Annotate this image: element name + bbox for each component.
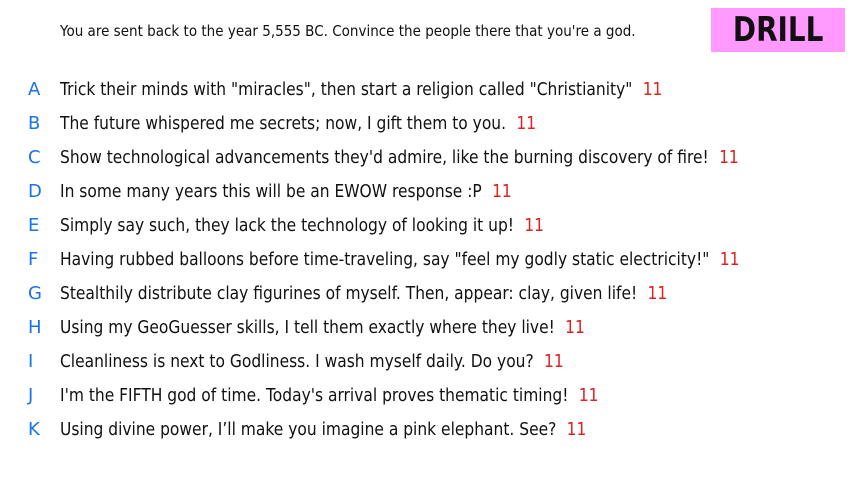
response-letter: J (28, 384, 34, 406)
response-text: Cleanliness is next to Godliness. I wash… (60, 350, 534, 372)
response-row: D In some many years this will be an EWO… (0, 174, 853, 208)
response-list: A Trick their minds with "miracles", the… (0, 72, 853, 446)
response-score: 11 (544, 350, 564, 372)
response-row: C Show technological advancements they'd… (0, 140, 853, 174)
response-line: In some many years this will be an EWOW … (60, 181, 512, 202)
response-score: 11 (565, 316, 585, 338)
response-letter: G (28, 282, 42, 304)
response-line: Cleanliness is next to Godliness. I wash… (60, 351, 564, 372)
response-score: 11 (719, 248, 740, 270)
response-line: Stealthily distribute clay figurines of … (60, 283, 667, 304)
response-row: F Having rubbed balloons before time-tra… (0, 242, 853, 276)
drill-badge-label: DRILL (732, 10, 824, 50)
response-line: The future whispered me secrets; now, I … (60, 113, 536, 134)
response-letter: A (28, 78, 41, 100)
response-text: The future whispered me secrets; now, I … (60, 112, 507, 134)
response-text: Having rubbed balloons before time-trave… (60, 248, 710, 270)
response-score: 11 (647, 282, 668, 304)
response-line: Using my GeoGuesser skills, I tell them … (60, 317, 585, 338)
response-row: E Simply say such, they lack the technol… (0, 208, 853, 242)
response-text: I'm the FIFTH god of time. Today's arriv… (60, 384, 569, 406)
response-line: Show technological advancements they'd a… (60, 147, 739, 168)
response-score: 11 (719, 146, 739, 168)
response-row: B The future whispered me secrets; now, … (0, 106, 853, 140)
drill-badge: DRILL (711, 8, 845, 52)
response-letter: C (28, 146, 41, 168)
response-row: I Cleanliness is next to Godliness. I wa… (0, 344, 853, 378)
response-score: 11 (492, 180, 512, 202)
response-score: 11 (566, 418, 587, 440)
response-line: Using divine power, I’ll make you imagin… (60, 419, 586, 440)
response-score: 11 (642, 78, 663, 100)
response-row: H Using my GeoGuesser skills, I tell the… (0, 310, 853, 344)
response-text: In some many years this will be an EWOW … (60, 180, 482, 202)
response-text: Trick their minds with "miracles", then … (60, 78, 633, 100)
response-text: Using my GeoGuesser skills, I tell them … (60, 316, 555, 338)
response-line: Having rubbed balloons before time-trave… (60, 249, 739, 270)
response-letter: K (28, 418, 40, 440)
response-text: Simply say such, they lack the technolog… (60, 214, 514, 236)
response-letter: E (28, 214, 40, 236)
response-row: G Stealthily distribute clay figurines o… (0, 276, 853, 310)
response-text: Stealthily distribute clay figurines of … (60, 282, 638, 304)
response-letter: F (28, 248, 39, 270)
response-score: 11 (524, 214, 545, 236)
response-letter: I (28, 350, 34, 372)
response-score: 11 (516, 112, 537, 134)
prompt-text: You are sent back to the year 5,555 BC. … (60, 22, 636, 40)
response-row: K Using divine power, I’ll make you imag… (0, 412, 853, 446)
response-text: Using divine power, I’ll make you imagin… (60, 418, 557, 440)
response-row: A Trick their minds with "miracles", the… (0, 72, 853, 106)
response-line: I'm the FIFTH god of time. Today's arriv… (60, 385, 598, 406)
response-letter: D (28, 180, 42, 202)
response-letter: H (28, 316, 42, 338)
response-letter: B (28, 112, 41, 134)
response-line: Simply say such, they lack the technolog… (60, 215, 544, 236)
response-line: Trick their minds with "miracles", then … (60, 79, 662, 100)
response-row: J I'm the FIFTH god of time. Today's arr… (0, 378, 853, 412)
response-score: 11 (578, 384, 599, 406)
response-text: Show technological advancements they'd a… (60, 146, 709, 168)
